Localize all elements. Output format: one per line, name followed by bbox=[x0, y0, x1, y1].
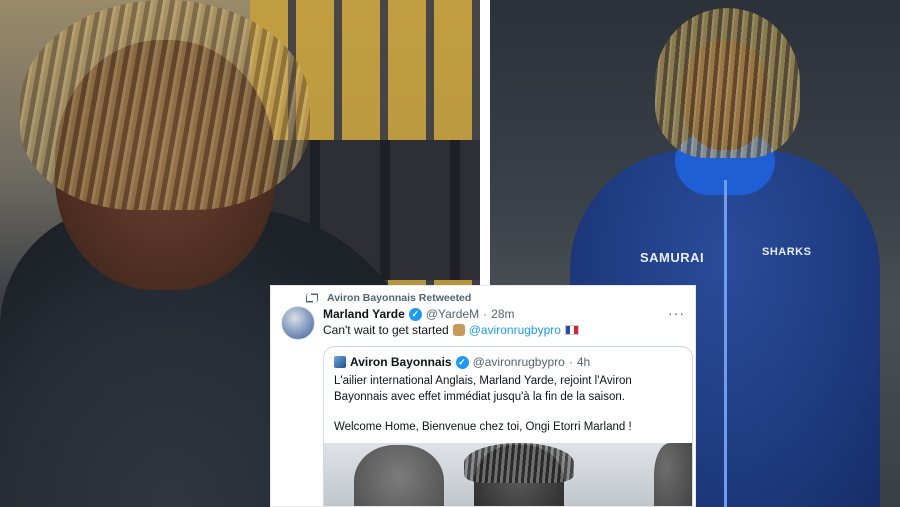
verified-icon: ✓ bbox=[408, 307, 422, 321]
tweet-text-main: Can't wait to get started bbox=[323, 323, 449, 337]
quoted-author-handle[interactable]: @avironrugbypro bbox=[473, 355, 565, 369]
tweet-text: Can't wait to get started @avironrugbypr… bbox=[323, 323, 579, 337]
separator-dot: · bbox=[483, 307, 488, 321]
club-avatar-icon bbox=[334, 356, 346, 368]
quoted-tweet-text: L'ailier international Anglais, Marland … bbox=[334, 374, 684, 436]
retweet-header: Aviron Bayonnais Retweeted bbox=[305, 292, 471, 304]
more-options-icon[interactable]: ··· bbox=[668, 305, 685, 321]
photo-person bbox=[464, 443, 574, 506]
tweet-header: Marland Yarde ✓ @YardeM · 28m bbox=[323, 307, 514, 321]
quoted-tweet-photo[interactable] bbox=[324, 443, 692, 506]
photo-person bbox=[354, 445, 444, 506]
club-logo: SHARKS bbox=[762, 246, 812, 258]
author-handle[interactable]: @YardeM bbox=[426, 307, 479, 321]
photo-person bbox=[654, 443, 692, 506]
quoted-tweet-time[interactable]: 4h bbox=[577, 355, 590, 369]
sponsor-logo: SAMURAI bbox=[640, 250, 705, 265]
mention-link[interactable]: @avironrugbypro bbox=[469, 323, 561, 337]
player-hair bbox=[20, 0, 310, 210]
quoted-author-name[interactable]: Aviron Bayonnais bbox=[350, 355, 452, 369]
player-hair bbox=[655, 8, 800, 158]
retweet-icon bbox=[305, 293, 319, 303]
quoted-tweet[interactable]: Aviron Bayonnais ✓ @avironrugbypro · 4h … bbox=[323, 346, 693, 506]
quoted-paragraph-1: L'ailier international Anglais, Marland … bbox=[334, 375, 632, 403]
separator-dot: · bbox=[568, 355, 573, 369]
quoted-paragraph-2: Welcome Home, Bienvenue chez toi, Ongi E… bbox=[334, 421, 632, 433]
tweet-card: Aviron Bayonnais Retweeted Marland Yarde… bbox=[270, 285, 696, 507]
verified-icon: ✓ bbox=[455, 355, 469, 369]
avatar[interactable] bbox=[281, 306, 315, 340]
france-flag-icon bbox=[564, 325, 579, 335]
retweet-label: Aviron Bayonnais Retweeted bbox=[327, 292, 472, 304]
jacket-zip bbox=[724, 180, 727, 507]
tweet-time[interactable]: 28m bbox=[491, 307, 514, 321]
quoted-tweet-header: Aviron Bayonnais ✓ @avironrugbypro · 4h bbox=[334, 355, 590, 369]
clapping-hands-icon bbox=[452, 324, 465, 336]
author-name[interactable]: Marland Yarde bbox=[323, 307, 405, 321]
